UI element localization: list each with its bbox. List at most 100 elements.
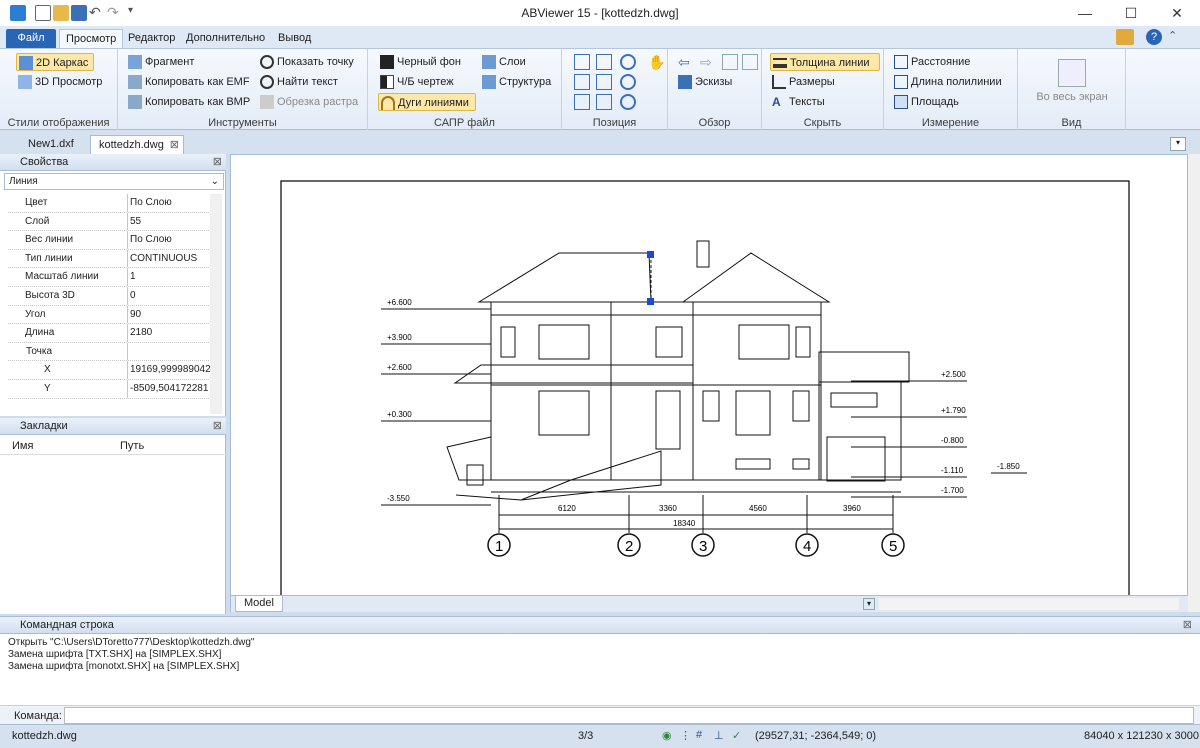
arcs-as-lines-button[interactable]: Дуги линиями — [378, 93, 476, 111]
close-tab-icon[interactable]: ⊠ — [170, 136, 179, 154]
minimize-button[interactable]: — — [1062, 0, 1108, 26]
back-icon[interactable]: ⇦ — [678, 54, 694, 70]
close-button[interactable]: ✕ — [1154, 0, 1200, 26]
fullscreen-button[interactable]: Во весь экран — [1018, 91, 1126, 103]
property-row[interactable]: Цвет По Слою — [8, 194, 209, 213]
close-panel-icon[interactable]: ⊠ — [213, 154, 222, 170]
command-input[interactable] — [64, 707, 1194, 724]
orbit-icon[interactable] — [620, 94, 636, 110]
doc-tab-label: kottedzh.dwg — [99, 139, 164, 151]
copy-bmp-button[interactable]: Копировать как BMP — [126, 93, 254, 111]
layouts-dropdown-icon[interactable]: ▾ — [863, 598, 875, 610]
drawing-viewport[interactable]: +6.600 +3.900 +2.600 +0.300 -3.550 +2.500 +1.… — [230, 154, 1189, 612]
vertical-scrollbar[interactable] — [1188, 154, 1200, 612]
help-icon[interactable]: ? — [1146, 29, 1162, 45]
hand-icon[interactable]: ✋ — [648, 54, 665, 70]
show-point-button[interactable]: Показать точку — [258, 53, 358, 71]
axis-label: 2 — [625, 538, 633, 555]
texts-button[interactable]: A Тексты — [770, 93, 829, 111]
property-row[interactable]: Точка — [8, 342, 209, 362]
property-row[interactable]: Тип линии CONTINUOUS — [8, 249, 209, 269]
col-path[interactable]: Путь — [120, 440, 144, 452]
viewport-bottom-bar: Model ▾ — [231, 595, 1189, 612]
close-panel-icon[interactable]: ⊠ — [1183, 617, 1192, 633]
tab-advanced[interactable]: Дополнительно — [180, 29, 271, 48]
tabs-dropdown-icon[interactable]: ▾ — [1170, 137, 1186, 151]
property-row[interactable]: Длина 2180 — [8, 324, 209, 343]
properties-panel: Свойства ⊠ Линия ⌄ Цвет По Слою Слой 55 Вес ли… — [0, 154, 226, 416]
horizontal-scrollbar[interactable] — [879, 598, 1179, 610]
roof-left — [477, 252, 652, 303]
maximize-button[interactable]: ☐ — [1108, 0, 1154, 26]
wireframe-2d-button[interactable]: 2D Каркас — [16, 53, 94, 71]
col-name[interactable]: Имя — [12, 440, 33, 452]
sketches-icon — [678, 75, 692, 89]
zoom-prev-icon[interactable] — [596, 94, 612, 110]
property-row[interactable]: Масштаб линии 1 — [8, 268, 209, 287]
fragment-icon — [128, 55, 142, 69]
model-tab[interactable]: Model — [235, 596, 283, 612]
snap-icon[interactable]: ◉ — [662, 729, 672, 742]
distance-button[interactable]: Расстояние — [892, 53, 974, 71]
dimension-text: 6120 — [558, 504, 576, 513]
property-row[interactable]: Y -8509,504172281 — [8, 380, 209, 399]
property-row[interactable]: Угол 90 — [8, 305, 209, 325]
property-value: 55 — [130, 215, 142, 227]
level-label: +3.900 — [387, 333, 412, 342]
group-display-styles: 2D Каркас 3D Просмотр Стили отображения — [0, 49, 118, 131]
axis-label: 4 — [803, 538, 811, 555]
distance-icon — [894, 55, 908, 69]
polyline-length-button[interactable]: Длина полилинии — [892, 73, 1006, 91]
zoom-extents-icon[interactable] — [574, 74, 590, 90]
log-line: Открыть "C:\Users\DToretto777\Desktop\ko… — [8, 637, 255, 648]
polar-icon[interactable]: ✓ — [732, 729, 741, 742]
zoom-out-icon[interactable] — [620, 74, 636, 90]
view-3d-button[interactable]: 3D Просмотр — [16, 73, 106, 91]
level-label: +6.600 — [387, 298, 412, 307]
fullscreen-icon[interactable] — [1058, 59, 1086, 87]
property-row[interactable]: Слой 55 — [8, 212, 209, 232]
object-type-select[interactable]: Линия ⌄ — [4, 173, 224, 190]
tab-file[interactable]: Файл — [6, 29, 56, 48]
tab-output[interactable]: Вывод — [272, 29, 317, 48]
doc-tab-kottedzh[interactable]: kottedzh.dwg ⊠ — [90, 135, 184, 154]
property-row[interactable]: Высота 3D 0 — [8, 287, 209, 306]
property-row[interactable]: X 19169,999989042 — [8, 361, 211, 380]
doc-tab-new1[interactable]: New1.dxf — [20, 135, 82, 154]
clip-raster-button[interactable]: Обрезка растра — [258, 93, 362, 111]
copy-emf-button[interactable]: Копировать как EMF — [126, 73, 254, 91]
perpendicular-icon[interactable]: ⊥ — [714, 729, 724, 742]
tab-editor[interactable]: Редактор — [122, 29, 181, 48]
line-width-button[interactable]: Толщина линии — [770, 53, 880, 71]
style-icon[interactable] — [1116, 29, 1134, 45]
layers-button[interactable]: Слои — [480, 53, 530, 71]
structure-button[interactable]: Структура — [480, 73, 555, 91]
rotate-icon[interactable] — [574, 94, 590, 110]
dimensions-button[interactable]: Размеры — [770, 73, 839, 91]
fit-icon[interactable] — [596, 74, 612, 90]
paste-view-icon[interactable] — [742, 54, 758, 70]
zoom-in-icon[interactable] — [620, 54, 636, 70]
properties-header: Свойства ⊠ — [0, 154, 226, 171]
fragment-button[interactable]: Фрагмент — [126, 53, 198, 71]
collapse-ribbon-icon[interactable]: ⌃ — [1168, 29, 1177, 42]
arc-icon — [381, 96, 395, 110]
property-row[interactable]: Вес линии По Слою — [8, 231, 209, 250]
find-text-button[interactable]: Найти текст — [258, 73, 342, 91]
property-value: CONTINUOUS — [130, 252, 198, 264]
forward-icon[interactable]: ⇨ — [700, 54, 716, 70]
pan-icon[interactable] — [574, 54, 590, 70]
property-key: X — [8, 361, 128, 379]
sketches-button[interactable]: Эскизы — [676, 73, 736, 91]
area-button[interactable]: Площадь — [892, 93, 963, 111]
zoom-window-icon[interactable] — [596, 54, 612, 70]
property-key: Цвет — [8, 194, 128, 212]
tab-view[interactable]: Просмотр — [59, 29, 124, 48]
bw-drawing-button[interactable]: Ч/Б чертеж — [378, 73, 458, 91]
black-background-button[interactable]: Черный фон — [378, 53, 465, 71]
close-panel-icon[interactable]: ⊠ — [213, 418, 222, 434]
ortho-icon[interactable]: # — [696, 729, 702, 741]
grid-icon[interactable]: ⋮ — [680, 729, 691, 742]
properties-scrollbar[interactable] — [210, 194, 222, 414]
copy-view-icon[interactable] — [722, 54, 738, 70]
